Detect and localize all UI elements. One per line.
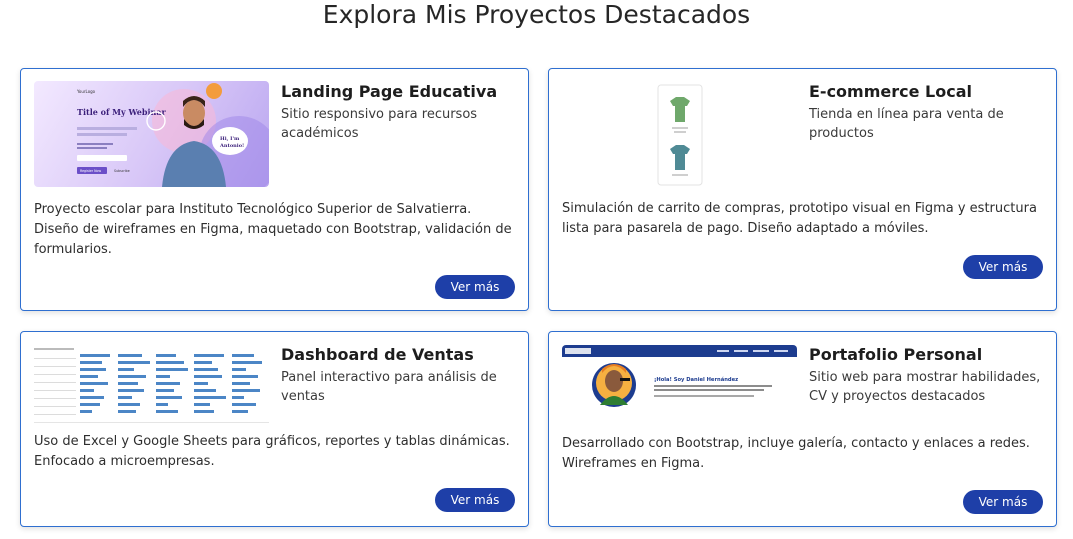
thumb-brand: YourLogo: [76, 89, 96, 94]
project-subtitle: Sitio web para mostrar habilidades, CV y…: [809, 370, 1041, 404]
project-card-portafolio: ¡Hola! Soy Daniel Hernández Portafolio P…: [548, 331, 1057, 527]
project-card-ecommerce: E-commerce Local Tienda en línea para ve…: [548, 68, 1057, 311]
ecommerce-preview-image: [657, 84, 703, 186]
project-card-landing: YourLogo Title of My Webinar Register No…: [20, 68, 529, 311]
project-subtitle: Sitio responsivo para recursos académico…: [281, 107, 478, 141]
project-title: Landing Page Educativa: [281, 82, 498, 101]
svg-text:Antonio!: Antonio!: [219, 143, 244, 149]
project-subtitle: Panel interactivo para análisis de venta…: [281, 370, 497, 404]
portfolio-preview-image: ¡Hola! Soy Daniel Hernández: [562, 345, 797, 407]
project-card-dashboard: Dashboard de Ventas Panel interactivo pa…: [20, 331, 529, 527]
project-description: Proyecto escolar para Instituto Tecnológ…: [34, 202, 512, 257]
ver-mas-button[interactable]: Ver más: [963, 255, 1043, 279]
dashboard-preview-image: [34, 348, 269, 423]
project-description: Simulación de carrito de compras, protot…: [562, 201, 1037, 236]
project-thumbnail: YourLogo Title of My Webinar Register No…: [34, 81, 269, 187]
project-title: E-commerce Local: [809, 82, 972, 101]
project-title: Dashboard de Ventas: [281, 345, 474, 364]
ver-mas-button[interactable]: Ver más: [435, 488, 515, 512]
thumb-cta1: Register Now: [80, 169, 101, 173]
thumb-heading: ¡Hola! Soy Daniel Hernández: [654, 376, 738, 383]
project-title: Portafolio Personal: [809, 345, 983, 364]
project-thumbnail: [562, 81, 797, 187]
project-description: Desarrollado con Bootstrap, incluye gale…: [562, 436, 1030, 471]
project-thumbnail: [34, 344, 269, 434]
thumb-cta2: Subscribe: [114, 169, 130, 173]
webinar-preview-image: YourLogo Title of My Webinar Register No…: [76, 83, 269, 187]
project-description: Uso de Excel y Google Sheets para gráfic…: [34, 434, 510, 469]
section-title: Explora Mis Proyectos Destacados: [322, 0, 751, 29]
ver-mas-button[interactable]: Ver más: [963, 490, 1043, 514]
ver-mas-button[interactable]: Ver más: [435, 275, 515, 299]
svg-text:Hi, I'm: Hi, I'm: [220, 136, 240, 142]
project-subtitle: Tienda en línea para venta de productos: [809, 107, 1004, 141]
